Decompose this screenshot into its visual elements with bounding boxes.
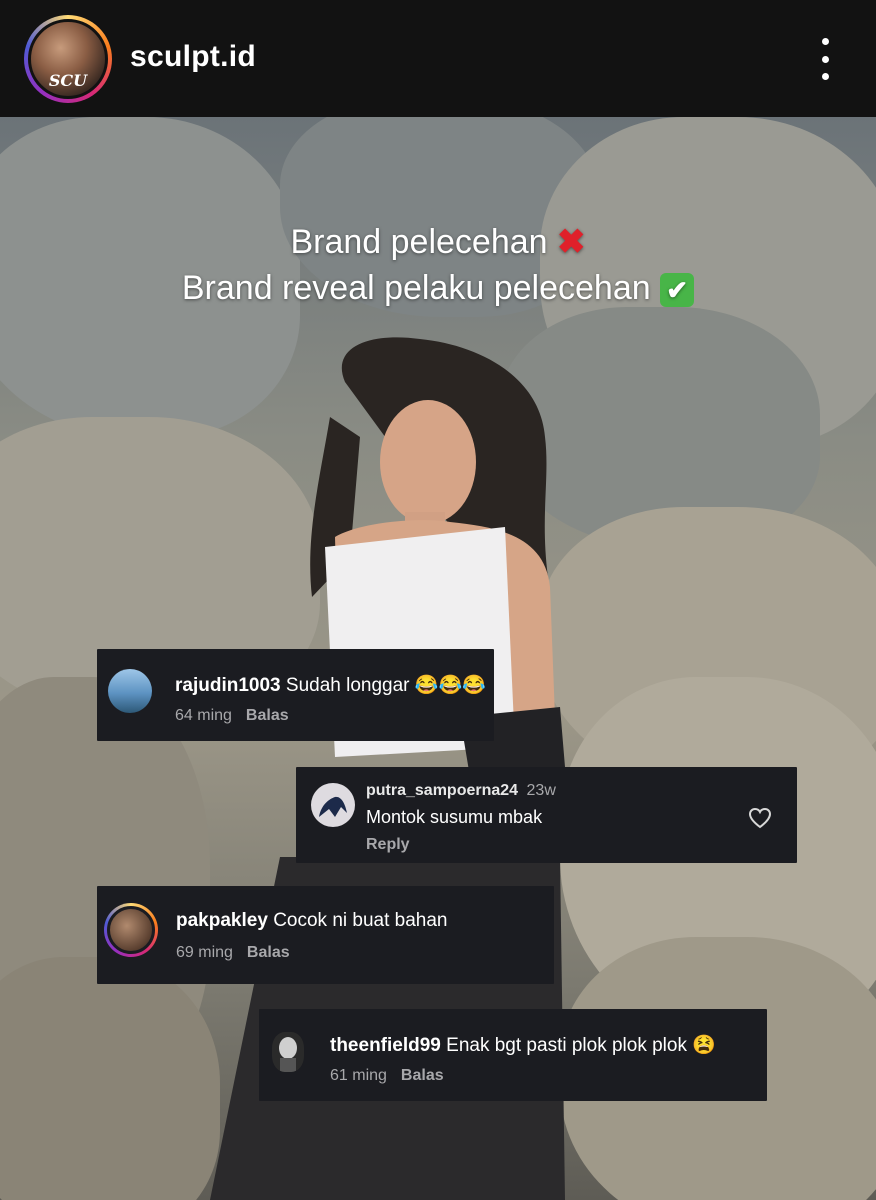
headline-line-2: Brand reveal pelaku pelecehan ✔ <box>0 269 876 308</box>
comment-time: 64 ming <box>175 707 232 724</box>
reply-button[interactable]: Balas <box>401 1067 444 1084</box>
comment-avatar[interactable] <box>104 903 158 957</box>
comment-card: rajudin1003 Sudah longgar 😂😂😂 64 ming Bal… <box>97 649 494 741</box>
comment-meta: 69 ming Balas <box>176 944 290 962</box>
more-options-icon[interactable] <box>815 38 835 80</box>
profile-username[interactable]: sculpt.id <box>130 40 256 74</box>
comment-body: pakpakley Cocok ni buat bahan <box>176 910 447 932</box>
comment-header: putra_sampoerna24 23w <box>366 782 556 800</box>
post-header: SCU sculpt.id <box>0 0 876 117</box>
comment-time: 69 ming <box>176 944 233 961</box>
cross-mark-icon: ✖ <box>557 223 586 261</box>
comment-body: rajudin1003 Sudah longgar 😂😂😂 <box>175 673 486 697</box>
reply-button[interactable]: Balas <box>247 944 290 961</box>
laughing-emoji-icon: 😂😂😂 <box>414 675 486 696</box>
comment-username[interactable]: pakpakley <box>176 910 268 931</box>
comment-username[interactable]: putra_sampoerna24 <box>366 782 518 799</box>
avatar-logo-text: SCU <box>48 71 88 90</box>
comment-username[interactable]: theenfield99 <box>330 1035 441 1056</box>
reply-button[interactable]: Reply <box>366 836 410 854</box>
comment-card: theenfield99 Enak bgt pasti plok plok pl… <box>259 1009 767 1101</box>
comment-meta: 64 ming Balas <box>175 707 289 725</box>
comment-time: 61 ming <box>330 1067 387 1084</box>
comment-avatar[interactable] <box>272 1032 304 1072</box>
comment-text: Cocok ni buat bahan <box>273 910 448 931</box>
avatar-image <box>107 906 155 954</box>
comment-username[interactable]: rajudin1003 <box>175 675 281 696</box>
comment-body: theenfield99 Enak bgt pasti plok plok pl… <box>330 1033 716 1057</box>
comment-card: pakpakley Cocok ni buat bahan 69 ming Bal… <box>97 886 554 984</box>
avatar-image <box>319 796 347 817</box>
profile-avatar[interactable]: SCU <box>24 15 112 103</box>
headline-line-1: Brand pelecehan ✖ <box>0 222 876 262</box>
reply-button[interactable]: Balas <box>246 707 289 724</box>
heart-icon[interactable] <box>748 807 772 829</box>
comment-avatar[interactable] <box>311 783 355 827</box>
comment-time: 23w <box>526 782 556 799</box>
comment-card: putra_sampoerna24 23w Montok susumu mbak… <box>296 767 797 863</box>
comment-meta: 61 ming Balas <box>330 1067 444 1085</box>
headline-line-2-text: Brand reveal pelaku pelecehan <box>181 269 651 307</box>
comment-text: Sudah longgar <box>285 675 410 696</box>
avatar-image: SCU <box>28 19 108 99</box>
comment-avatar[interactable] <box>108 669 152 713</box>
tired-face-emoji-icon: 😫 <box>692 1035 716 1056</box>
avatar-image <box>279 1037 297 1072</box>
check-mark-icon: ✔ <box>660 273 695 308</box>
headline-line-1-text: Brand pelecehan <box>290 223 548 261</box>
comment-text: Enak bgt pasti plok plok plok <box>446 1035 687 1056</box>
comment-text: Montok susumu mbak <box>366 807 543 827</box>
